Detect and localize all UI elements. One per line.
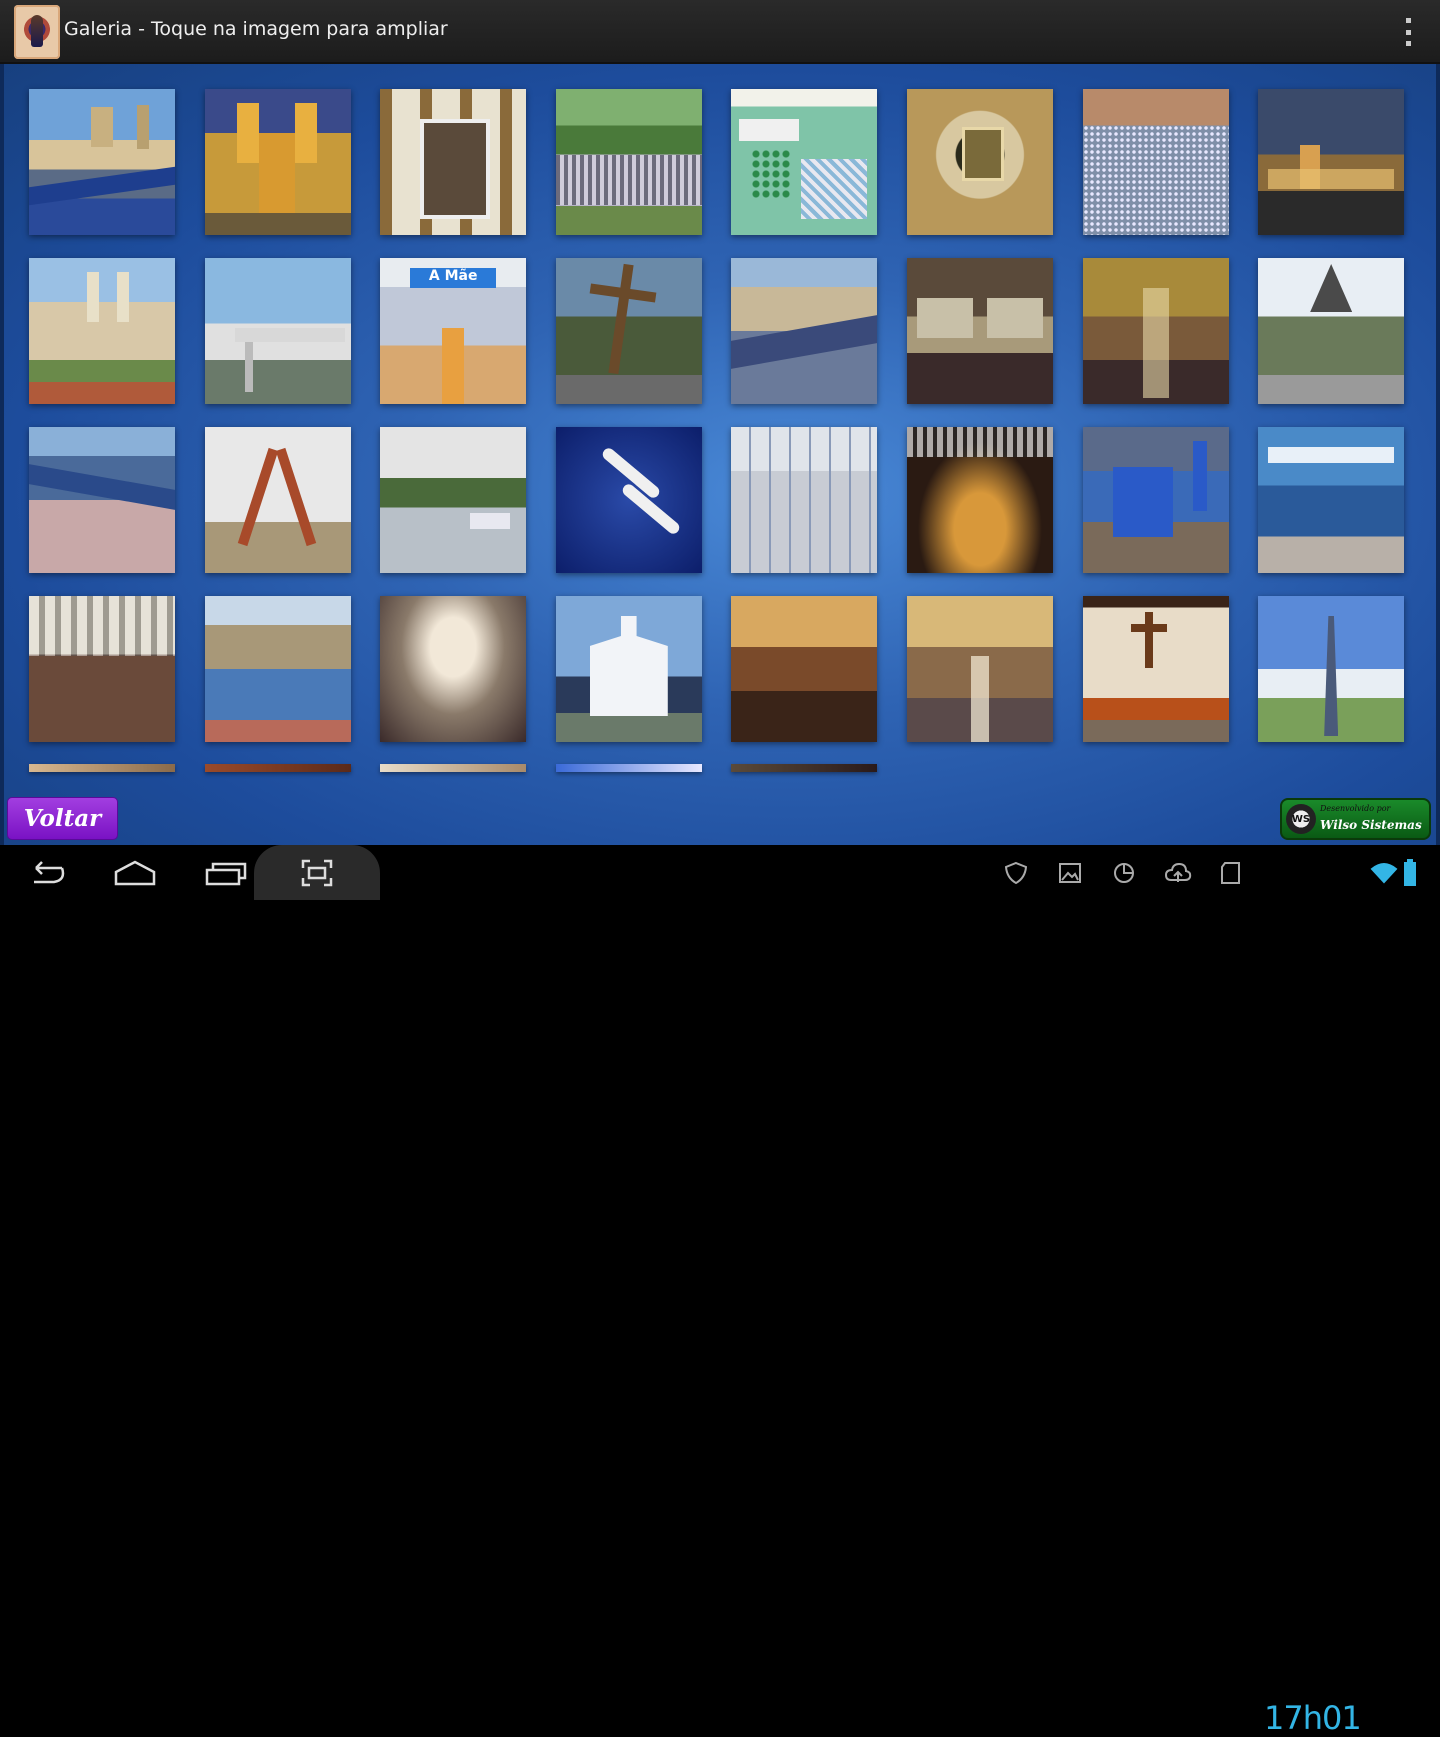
gallery-thumbnail[interactable] (29, 89, 175, 235)
gallery-thumbnail[interactable] (380, 427, 527, 573)
gallery-thumbnail[interactable] (731, 764, 878, 772)
system-bar: 17h01 (0, 845, 1440, 1737)
back-button[interactable]: Voltar (7, 797, 118, 840)
developer-tagline: Desenvolvido por (1320, 804, 1391, 813)
gallery-thumbnail[interactable] (380, 764, 527, 772)
gallery-thumbnail[interactable] (204, 764, 351, 772)
gallery-thumbnail[interactable]: A Mãe (380, 258, 527, 404)
gallery-thumbnail[interactable] (204, 258, 351, 404)
wifi-icon (1370, 859, 1398, 887)
sync-icon (1110, 859, 1138, 887)
action-bar: Galeria - Toque na imagem para ampliar (0, 0, 1440, 64)
gallery-thumbnail[interactable] (29, 596, 175, 742)
shield-icon (1002, 859, 1030, 887)
gallery-thumbnail[interactable] (555, 764, 702, 772)
gallery-thumbnail[interactable] (204, 89, 351, 235)
gallery-thumbnail[interactable] (555, 258, 702, 404)
gallery-thumbnail[interactable] (555, 427, 702, 573)
gallery-thumbnail[interactable] (1082, 258, 1229, 404)
gallery-thumbnail[interactable] (1082, 596, 1229, 742)
developer-name: Wilso Sistemas (1320, 818, 1422, 832)
gallery-thumbnail[interactable] (731, 596, 878, 742)
gallery-thumbnail[interactable] (1258, 258, 1405, 404)
screenshot-icon[interactable] (254, 845, 380, 900)
gallery-thumbnail[interactable] (555, 89, 702, 235)
sanctuary-app-icon[interactable] (14, 5, 60, 59)
image-icon (1056, 859, 1084, 887)
gallery-grid: A Mãe (29, 89, 1405, 742)
gallery-thumbnail[interactable] (731, 258, 878, 404)
gallery-thumbnail[interactable] (1258, 596, 1405, 742)
gallery-thumbnail[interactable] (204, 596, 351, 742)
status-clock: 17h01 (1264, 1699, 1362, 1737)
home-icon[interactable] (105, 845, 165, 900)
gallery-area: A Mãe Voltar WS Desenvolvido por Wilso S… (0, 64, 1440, 845)
recent-apps-icon[interactable] (196, 845, 256, 900)
gallery-thumbnail[interactable] (380, 89, 527, 235)
gallery-thumbnail[interactable] (555, 596, 702, 742)
sd-card-icon (1218, 859, 1246, 887)
gallery-thumbnail[interactable] (1082, 89, 1229, 235)
page-title: Galeria - Toque na imagem para ampliar (64, 18, 448, 40)
gallery-thumbnail[interactable] (906, 258, 1053, 404)
gallery-thumbnail[interactable] (906, 427, 1053, 573)
battery-icon (1400, 859, 1420, 887)
gallery-thumbnail[interactable] (906, 89, 1053, 235)
gallery-thumbnail[interactable] (906, 596, 1053, 742)
gallery-thumbnail[interactable] (1258, 427, 1405, 573)
gallery-thumbnail[interactable] (204, 427, 351, 573)
gallery-thumbnail[interactable] (29, 258, 175, 404)
gallery-thumbnail[interactable] (380, 596, 527, 742)
developer-badge[interactable]: WS Desenvolvido por Wilso Sistemas (1280, 798, 1431, 840)
back-icon[interactable] (16, 845, 76, 900)
gallery-thumbnail[interactable] (29, 427, 175, 573)
gallery-thumbnail[interactable] (731, 427, 878, 573)
gallery-next-row (29, 764, 878, 772)
gallery-thumbnail[interactable] (1258, 89, 1405, 235)
gallery-thumbnail[interactable] (1082, 427, 1229, 573)
gallery-thumbnail[interactable] (731, 89, 878, 235)
developer-logo-icon: WS (1286, 804, 1316, 834)
cloud-upload-icon (1164, 859, 1192, 887)
gallery-thumbnail[interactable] (29, 764, 175, 772)
overflow-menu-icon[interactable] (1404, 18, 1412, 46)
